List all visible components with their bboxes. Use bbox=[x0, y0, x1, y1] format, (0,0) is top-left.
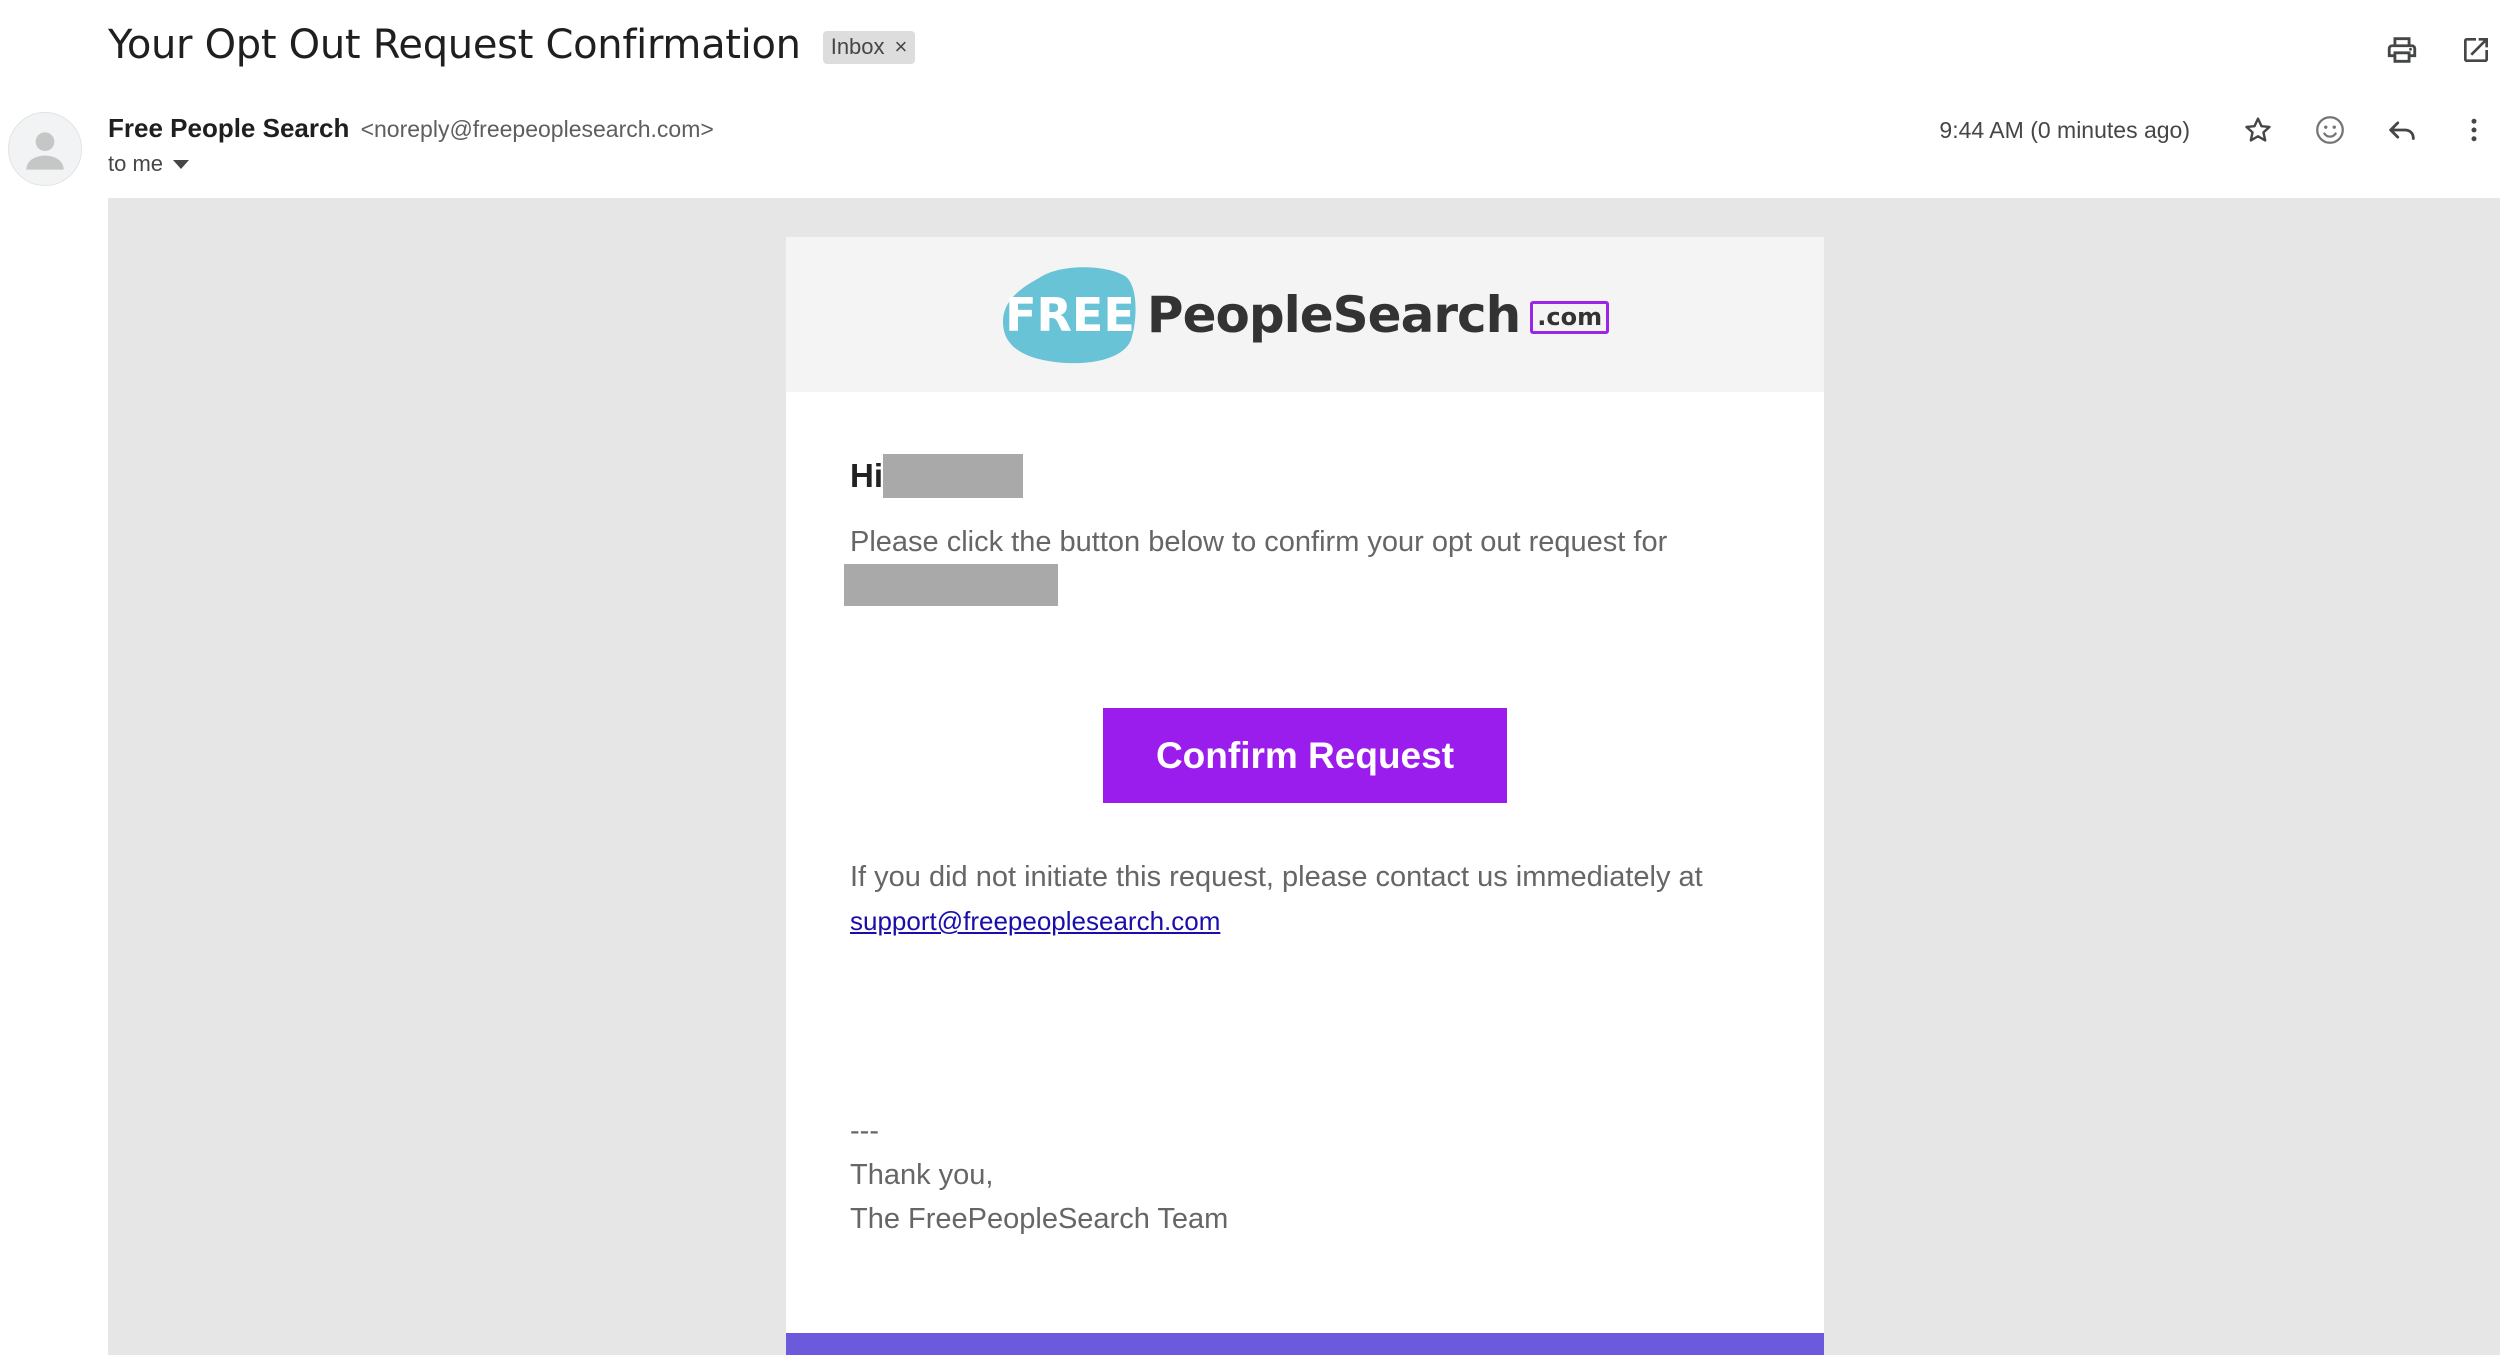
print-icon[interactable] bbox=[2378, 28, 2426, 72]
signoff-thanks: Thank you, bbox=[850, 1159, 994, 1191]
contact-paragraph: If you did not initiate this request, pl… bbox=[850, 855, 1760, 943]
instruction-paragraph: Please click the button below to confirm… bbox=[844, 520, 1760, 606]
remove-label-icon[interactable]: × bbox=[895, 34, 908, 60]
email-card: FREE PeopleSearch .com Hi Please click t… bbox=[786, 237, 1824, 1355]
redacted-name bbox=[883, 454, 1023, 498]
greeting-text: Hi bbox=[850, 457, 883, 494]
star-icon[interactable] bbox=[2232, 108, 2284, 152]
timestamp: 9:44 AM (0 minutes ago) bbox=[1939, 116, 2190, 143]
email-footer-bar bbox=[786, 1333, 1824, 1355]
contact-text: If you did not initiate this request, pl… bbox=[850, 861, 1703, 893]
recipient-line: to me bbox=[108, 151, 714, 177]
confirm-request-button[interactable]: Confirm Request bbox=[1103, 708, 1507, 803]
email-view: Your Opt Out Request Confirmation Inbox … bbox=[0, 0, 2500, 1355]
open-in-new-icon[interactable] bbox=[2452, 28, 2500, 72]
redacted-target bbox=[844, 564, 1058, 606]
sender-block: Free People Search <noreply@freepeoplese… bbox=[108, 110, 714, 177]
top-actions bbox=[2352, 28, 2500, 72]
message-meta: 9:44 AM (0 minutes ago) bbox=[1939, 108, 2500, 152]
greeting: Hi bbox=[850, 454, 1760, 498]
sender-avatar[interactable] bbox=[8, 112, 82, 186]
signoff: --- Thank you, The FreePeopleSearch Team bbox=[850, 1109, 1760, 1241]
freepeoplesearch-logo[interactable]: FREE PeopleSearch .com bbox=[1001, 266, 1610, 364]
inbox-label-chip[interactable]: Inbox × bbox=[822, 30, 916, 64]
inbox-label-text: Inbox bbox=[830, 33, 885, 59]
more-vert-icon[interactable] bbox=[2448, 108, 2500, 152]
sender-email: <noreply@freepeoplesearch.com> bbox=[360, 116, 714, 142]
logo-tld: .com bbox=[1530, 301, 1610, 334]
logo-blob: FREE bbox=[1001, 266, 1139, 364]
recipient-text: to me bbox=[108, 151, 164, 176]
subject-row: Your Opt Out Request Confirmation Inbox … bbox=[108, 22, 916, 68]
support-email-link[interactable]: support@freepeoplesearch.com bbox=[850, 906, 1220, 936]
email-header: FREE PeopleSearch .com bbox=[786, 237, 1824, 392]
signoff-team: The FreePeopleSearch Team bbox=[850, 1203, 1229, 1235]
reply-icon[interactable] bbox=[2376, 108, 2428, 152]
instruction-text: Please click the button below to confirm… bbox=[850, 526, 1668, 558]
email-subject: Your Opt Out Request Confirmation bbox=[108, 22, 801, 68]
confirm-button-wrapper: Confirm Request bbox=[850, 708, 1760, 803]
logo-name: PeopleSearch bbox=[1146, 285, 1521, 344]
emoji-icon[interactable] bbox=[2304, 108, 2356, 152]
signoff-separator: --- bbox=[850, 1115, 879, 1147]
logo-free-text: FREE bbox=[1005, 287, 1135, 342]
sender-name[interactable]: Free People Search bbox=[108, 113, 349, 143]
show-details-chevron-icon[interactable] bbox=[173, 159, 190, 169]
email-content: Hi Please click the button below to conf… bbox=[786, 454, 1824, 1241]
